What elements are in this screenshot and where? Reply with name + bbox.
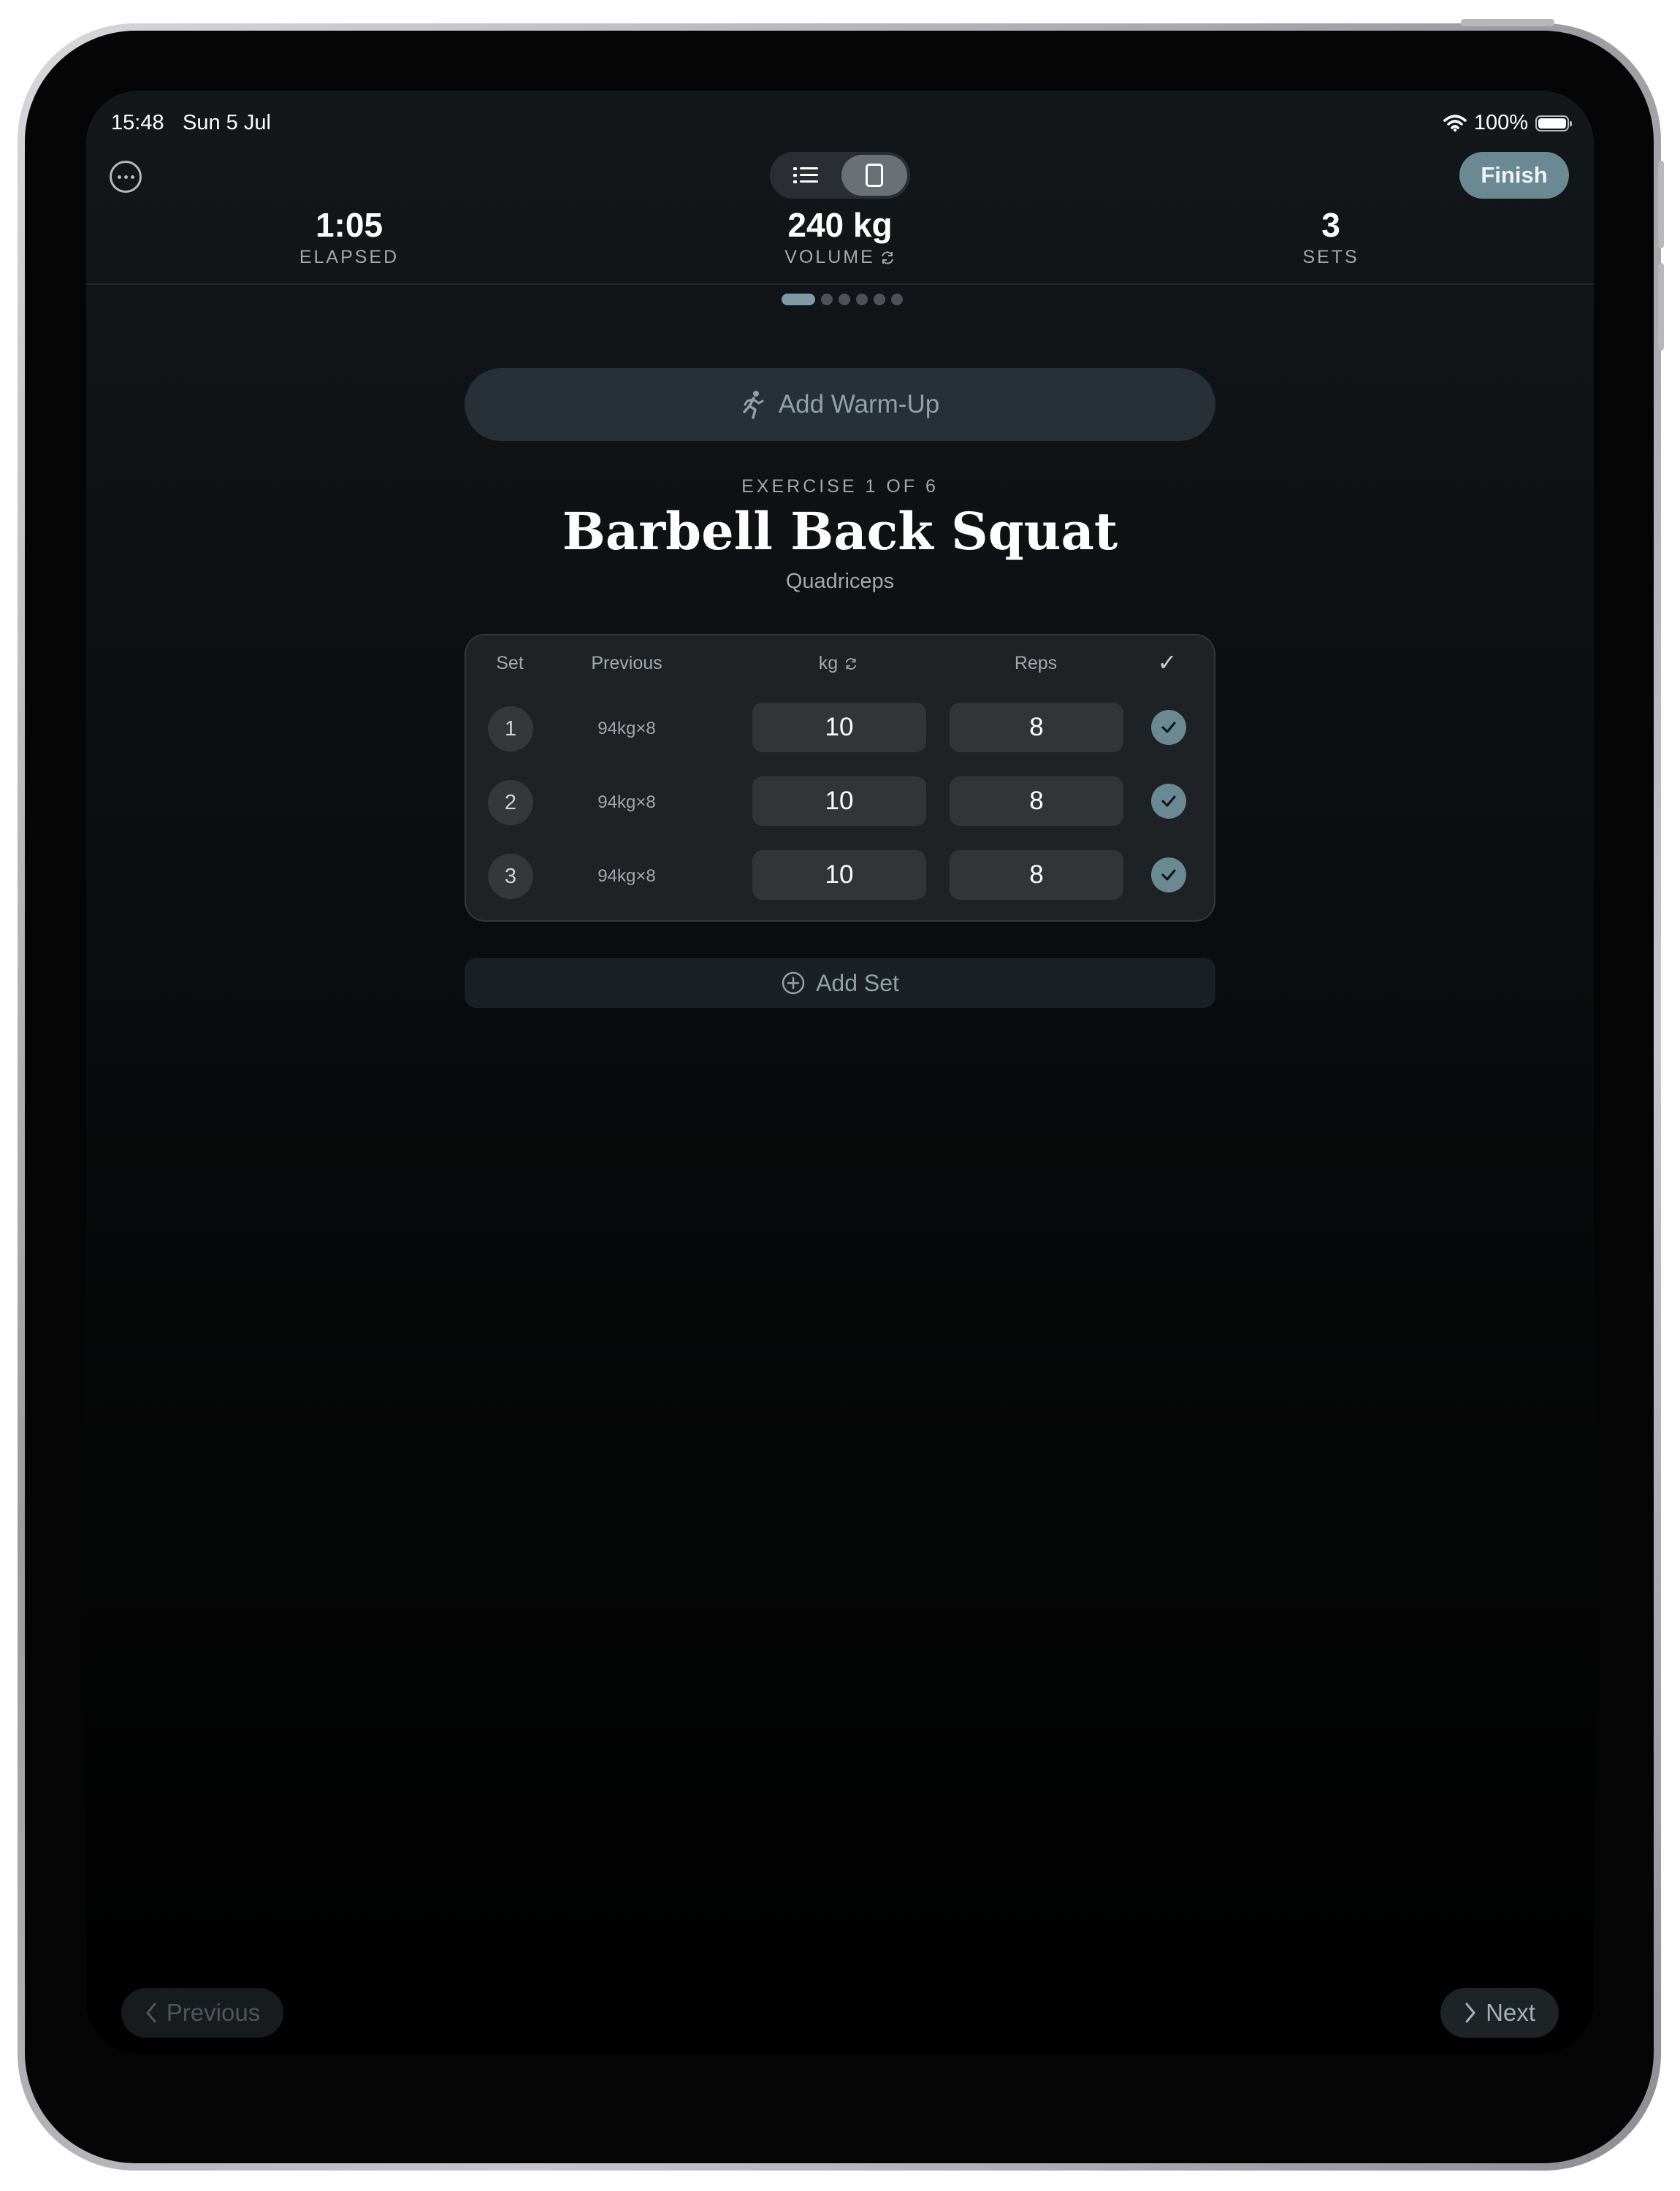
weight-input[interactable]: 10 [752, 850, 926, 900]
status-date: Sun 5 Jul [183, 111, 271, 134]
header-set: Set [496, 653, 524, 673]
page-dot-2[interactable] [821, 294, 833, 305]
set-row: 2 94kg×8 10 8 [466, 776, 1214, 829]
add-warmup-button[interactable]: Add Warm-Up [465, 368, 1215, 441]
page-dot-3[interactable] [839, 294, 850, 305]
finish-button[interactable]: Finish [1459, 152, 1569, 199]
header-kg[interactable]: kg [751, 653, 926, 674]
list-icon [793, 165, 818, 186]
screen: 15:48 Sun 5 Jul 100% Finish 1:05 ELAPSED… [86, 91, 1594, 2054]
page-dot-1[interactable] [782, 294, 815, 305]
previous-value[interactable]: 94kg×8 [568, 703, 685, 755]
next-label: Next [1486, 1999, 1535, 2026]
more-options-icon[interactable] [110, 161, 142, 193]
unit-toggle-icon [845, 657, 857, 670]
unit-toggle-icon [881, 251, 893, 264]
status-time: 15:48 [111, 111, 164, 134]
set-complete-checkbox[interactable] [1151, 857, 1186, 892]
battery-percent: 100% [1473, 111, 1528, 134]
card-icon [866, 164, 883, 187]
exercise-title: Barbell Back Squat [562, 501, 1118, 562]
weight-input[interactable]: 10 [752, 703, 926, 752]
reps-input[interactable]: 8 [950, 703, 1123, 752]
header-done: ✓ [1157, 649, 1177, 676]
elapsed-label: ELAPSED [299, 247, 400, 267]
set-row: 1 94kg×8 10 8 [466, 703, 1214, 755]
view-mode-toggle[interactable] [770, 152, 910, 199]
header-previous: Previous [591, 653, 663, 673]
volume-down-button [1658, 263, 1664, 351]
previous-value[interactable]: 94kg×8 [568, 850, 685, 903]
chevron-left-icon [146, 2003, 156, 2023]
page-dot-6[interactable] [891, 294, 903, 305]
sets-value: 3 [1321, 206, 1340, 244]
set-complete-checkbox[interactable] [1151, 710, 1186, 745]
set-row: 3 94kg×8 10 8 [466, 850, 1214, 903]
volume-value: 240 kg [787, 206, 893, 244]
top-button [1461, 19, 1554, 26]
wifi-icon [1443, 114, 1467, 131]
list-view-button[interactable] [773, 155, 839, 196]
next-exercise-button[interactable]: Next [1440, 1988, 1559, 2038]
sets-stat: 3 SETS [1185, 204, 1477, 268]
running-figure-icon [743, 391, 764, 419]
weight-input[interactable]: 10 [752, 776, 926, 826]
page-dot-4[interactable] [856, 294, 868, 305]
set-number[interactable]: 3 [488, 854, 533, 899]
volume-label: VOLUME [784, 247, 875, 267]
checkmark-icon [1161, 869, 1176, 881]
elapsed-stat: 1:05 ELAPSED [203, 204, 495, 268]
exercise-muscle-group: Quadriceps [785, 570, 895, 593]
add-warmup-label: Add Warm-Up [778, 390, 940, 418]
sets-label: SETS [1302, 247, 1359, 267]
card-view-button[interactable] [841, 155, 907, 196]
volume-stat[interactable]: 240 kg VOLUME [694, 204, 986, 268]
previous-exercise-button[interactable]: Previous [121, 1988, 283, 2038]
elapsed-value: 1:05 [315, 206, 383, 244]
plus-circle-icon [782, 971, 805, 995]
checkmark-icon [1161, 795, 1176, 807]
exercise-counter: EXERCISE 1 OF 6 [741, 476, 939, 497]
reps-input[interactable]: 8 [950, 850, 1123, 900]
page-dot-5[interactable] [874, 294, 885, 305]
set-complete-checkbox[interactable] [1151, 784, 1186, 819]
add-set-button[interactable]: Add Set [465, 958, 1215, 1008]
chevron-right-icon [1465, 2003, 1475, 2023]
add-set-label: Add Set [816, 969, 899, 996]
set-number[interactable]: 1 [488, 706, 533, 752]
battery-icon [1535, 115, 1572, 131]
volume-up-button [1658, 161, 1664, 248]
previous-label: Previous [166, 1999, 261, 2026]
checkmark-icon [1161, 722, 1176, 733]
header-kg-label: kg [818, 653, 839, 673]
sets-table: Set Previous kg Reps ✓ 1 94kg×8 10 8 2 9… [465, 634, 1215, 922]
set-number[interactable]: 2 [488, 780, 533, 825]
status-right: 100% [1443, 111, 1572, 135]
exercise-page-indicator[interactable] [782, 294, 903, 305]
header-reps: Reps [1014, 653, 1058, 673]
reps-input[interactable]: 8 [950, 776, 1123, 826]
status-bar: 15:48 Sun 5 Jul 100% [111, 101, 1572, 137]
previous-value[interactable]: 94kg×8 [568, 776, 685, 829]
header-divider [86, 283, 1594, 285]
